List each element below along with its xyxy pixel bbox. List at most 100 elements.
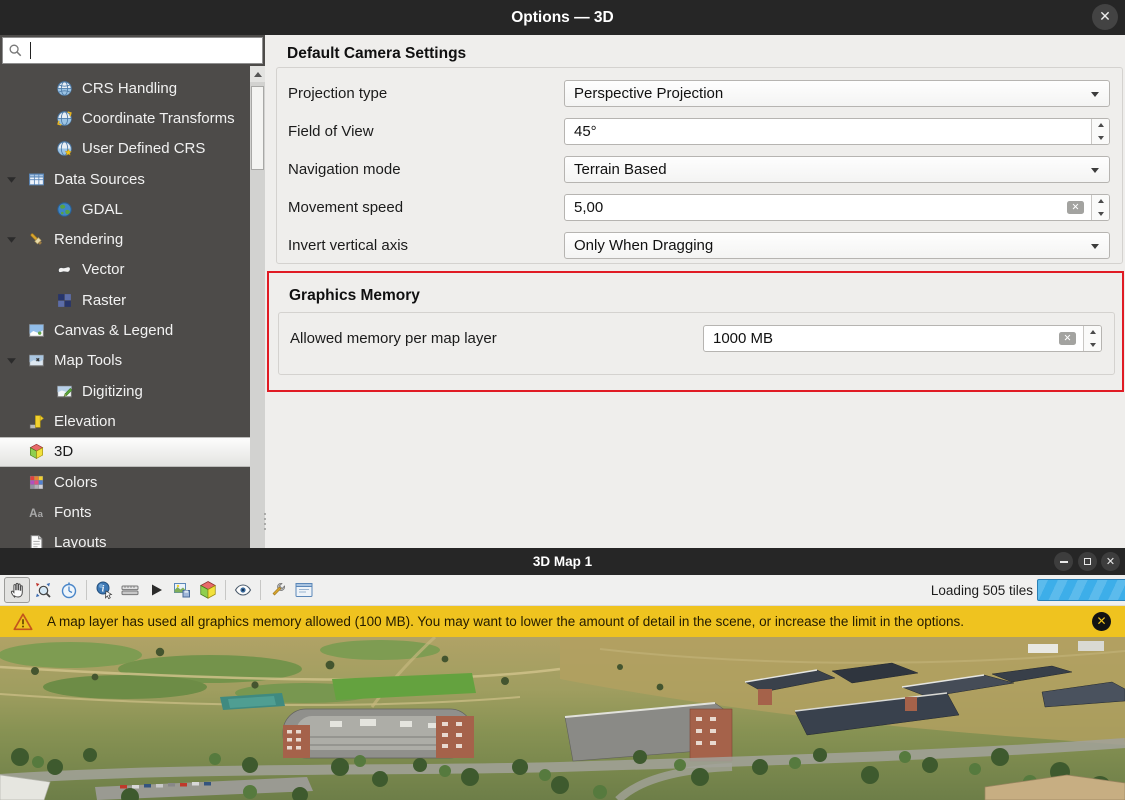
sidebar-item-vector[interactable]: Vector (0, 255, 250, 285)
camera-view-icon (233, 580, 253, 600)
arrow-spacer (6, 415, 28, 427)
sidebar-item-label: Fonts (54, 504, 92, 521)
navigation-mode-label: Navigation mode (288, 161, 564, 178)
options-titlebar[interactable]: Options — 3D ✕ (0, 0, 1125, 35)
allowed-memory-per-map-layer-input[interactable]: 1000 MB✕ (703, 325, 1102, 352)
sidebar-item-colors[interactable]: Colors (0, 467, 250, 497)
sidebar-item-elevation[interactable]: Elevation (0, 406, 250, 436)
sidebar-item-rendering[interactable]: Rendering (0, 224, 250, 254)
warning-message: A map layer has used all graphics memory… (47, 614, 964, 629)
play-animation-icon (146, 580, 166, 600)
map-tools-icon (28, 352, 45, 369)
elevation-icon (28, 413, 45, 430)
spin-up-button[interactable] (1084, 326, 1101, 339)
zoom-full-button[interactable] (30, 577, 56, 603)
measure-button[interactable] (117, 577, 143, 603)
sidebar-item-label: Canvas & Legend (54, 322, 173, 339)
spin-up-button[interactable] (1092, 119, 1109, 132)
toolbar-separator (225, 580, 226, 600)
maximize-button[interactable] (1078, 552, 1097, 571)
layouts-icon (28, 534, 45, 548)
data-sources-icon (28, 171, 45, 188)
field-of-view-input[interactable]: 45° (564, 118, 1110, 145)
spin-buttons (1091, 119, 1109, 144)
form-row: Navigation modeTerrain Based (288, 156, 1110, 183)
graphics-memory-warning-banner: A map layer has used all graphics memory… (0, 606, 1125, 637)
sidebar-item-3d[interactable]: 3D (0, 437, 250, 467)
scene-3d-button[interactable] (195, 577, 221, 603)
camera-section-title: Default Camera Settings (287, 44, 1123, 64)
form-row: Projection typePerspective Projection (288, 80, 1110, 107)
camera-view-button[interactable] (230, 577, 256, 603)
expand-arrow-icon[interactable] (6, 234, 28, 246)
camera-settings-group: Projection typePerspective Projection Fie… (276, 67, 1123, 264)
form-row: Field of View45° (288, 118, 1110, 145)
expand-arrow-icon[interactable] (6, 355, 28, 367)
effects-button[interactable] (265, 577, 291, 603)
console-button[interactable] (291, 577, 317, 603)
animation-timer-button[interactable] (56, 577, 82, 603)
sidebar-item-crs-handling[interactable]: CRS Handling (0, 73, 250, 103)
chevron-down-icon (1091, 92, 1099, 97)
dialog-close-button[interactable]: ✕ (1092, 4, 1118, 30)
expand-arrow-icon[interactable] (6, 173, 28, 185)
sidebar-item-digitizing[interactable]: Digitizing (0, 376, 250, 406)
map-titlebar[interactable]: 3D Map 1 ✕ (0, 548, 1125, 575)
sidebar-item-layouts[interactable]: Layouts (0, 527, 250, 548)
sidebar-item-label: CRS Handling (82, 80, 177, 97)
play-animation-button[interactable] (143, 577, 169, 603)
projection-type-select[interactable]: Perspective Projection (564, 80, 1110, 107)
spin-down-button[interactable] (1084, 339, 1101, 352)
minimize-icon (1060, 561, 1068, 563)
settings-tree: CRS Handling Coordinate Transforms User De… (0, 66, 250, 548)
invert-vertical-axis-label: Invert vertical axis (288, 237, 564, 254)
navigation-mode-select[interactable]: Terrain Based (564, 156, 1110, 183)
pan-tool-button[interactable] (4, 577, 30, 603)
form-row: Invert vertical axisOnly When Dragging (288, 232, 1110, 259)
settings-search-box[interactable] (2, 37, 263, 64)
sidebar-item-data-sources[interactable]: Data Sources (0, 164, 250, 194)
warning-close-button[interactable]: ✕ (1092, 612, 1111, 631)
warning-triangle-icon (12, 611, 34, 633)
sidebar-item-map-tools[interactable]: Map Tools (0, 346, 250, 376)
spin-up-button[interactable] (1092, 195, 1109, 208)
map-3d-view[interactable] (0, 637, 1125, 800)
options-title: Options — 3D (511, 9, 613, 27)
scroll-up-arrow-icon[interactable] (250, 66, 265, 82)
clear-value-button[interactable]: ✕ (1059, 332, 1076, 345)
movement-speed-input[interactable]: 5,00✕ (564, 194, 1110, 221)
rendering-icon (28, 231, 45, 248)
toolbar-separator (260, 580, 261, 600)
sidebar-item-fonts[interactable]: AaFonts (0, 497, 250, 527)
splitter-handle[interactable] (263, 513, 267, 535)
sidebar-item-canvas-legend[interactable]: Canvas & Legend (0, 315, 250, 345)
measure-icon (120, 580, 140, 600)
spin-down-button[interactable] (1092, 208, 1109, 221)
identify-button[interactable]: i (91, 577, 117, 603)
map-toolbar: i Loading 505 tiles (0, 575, 1125, 606)
sidebar-item-coordinate-transforms[interactable]: Coordinate Transforms (0, 103, 250, 133)
sidebar-item-gdal[interactable]: GDAL (0, 194, 250, 224)
sidebar-scrollbar[interactable] (250, 66, 265, 548)
sidebar-item-label: User Defined CRS (82, 140, 205, 157)
close-button[interactable]: ✕ (1101, 552, 1120, 571)
zoom-full-icon (33, 580, 53, 600)
tile-loading-status: Loading 505 tiles (931, 575, 1033, 606)
text-caret (30, 42, 31, 59)
scrollbar-thumb[interactable] (251, 86, 264, 170)
sidebar-item-label: GDAL (82, 201, 123, 218)
sidebar-item-raster[interactable]: Raster (0, 285, 250, 315)
raster-icon (56, 292, 73, 309)
clear-value-button[interactable]: ✕ (1067, 201, 1084, 214)
minimize-button[interactable] (1054, 552, 1073, 571)
arrow-spacer (6, 476, 28, 488)
spin-down-button[interactable] (1092, 132, 1109, 145)
export-image-button[interactable] (169, 577, 195, 603)
colors-icon (28, 474, 45, 491)
digitizing-icon (56, 383, 73, 400)
export-image-icon (172, 580, 192, 600)
gdal-icon (56, 201, 73, 218)
sidebar-item-user-defined-crs[interactable]: User Defined CRS (0, 134, 250, 164)
invert-vertical-axis-select[interactable]: Only When Dragging (564, 232, 1110, 259)
sidebar-item-label: Data Sources (54, 171, 145, 188)
